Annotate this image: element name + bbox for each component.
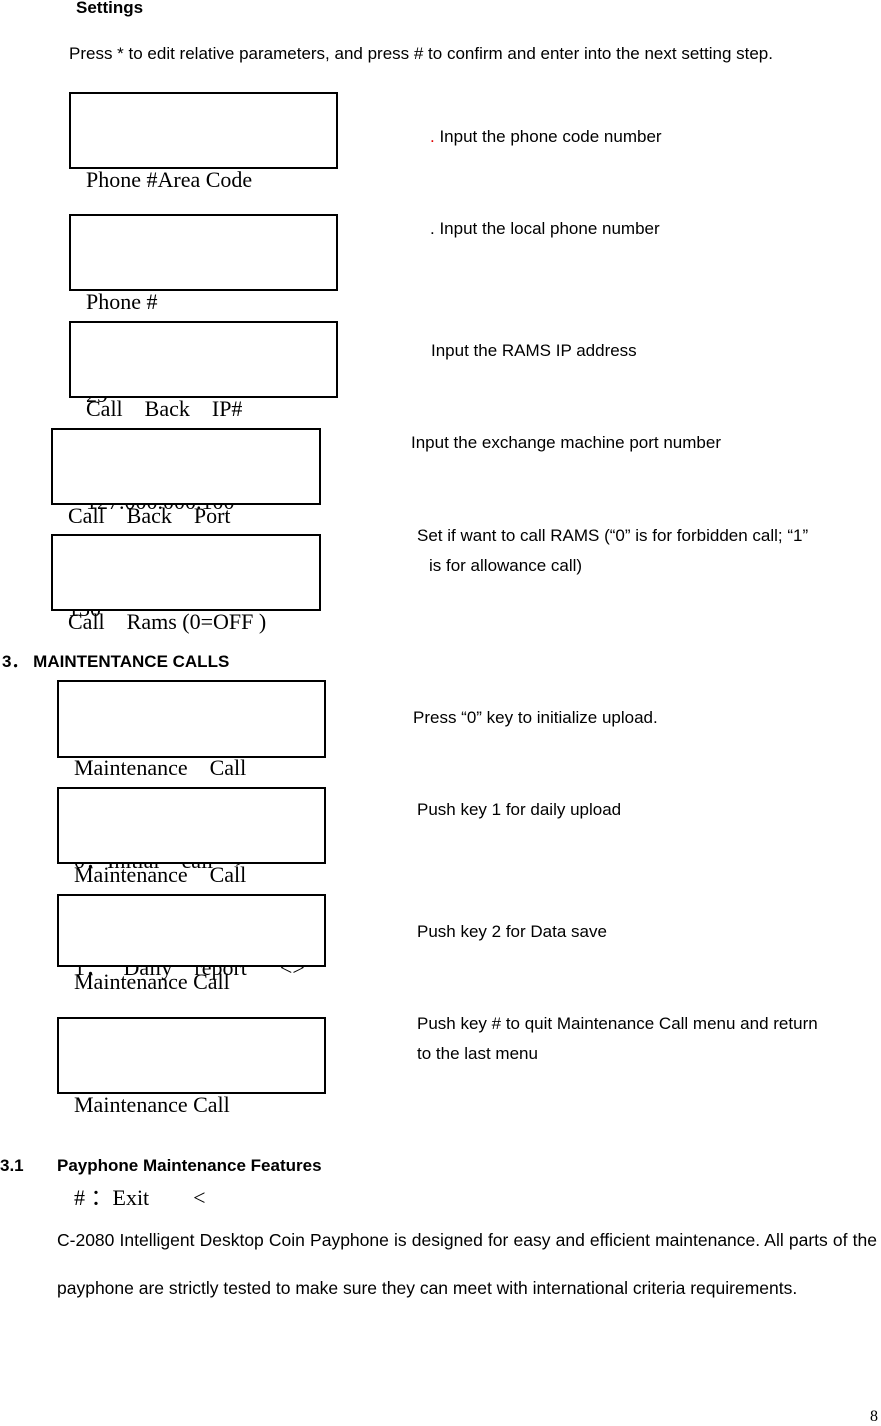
desc-text: Input the phone code number (434, 127, 662, 146)
lcd-callback-ip: Call Back IP# 127.000.000.100 (69, 321, 338, 514)
settings-intro: Press * to edit relative parameters, and… (69, 44, 773, 63)
lcd-callback-port: Call Back Port 130 (51, 428, 321, 621)
lcd-call-rams: Call Rams (0=OFF ) 0 (51, 534, 321, 727)
lcd-line-2: # ：Exit < (74, 1185, 206, 1210)
section-number-3-1: 3.1 (0, 1156, 24, 1175)
features-paragraph: C-2080 Intelligent Desktop Coin Payphone… (57, 1230, 877, 1298)
lcd-line-1: Phone # (86, 289, 158, 314)
lcd-line-1: Phone #Area Code (86, 167, 253, 192)
lcd-line-1: Maintenance Call (74, 1092, 230, 1117)
lcd-maintenance-daily-report: Maintenance Call 1： Daily report <> (57, 787, 326, 980)
lcd-line-1: Maintenance Call (74, 755, 247, 780)
desc-phone-area-code: . Input the phone code number (430, 127, 662, 147)
lcd-line-1: Call Rams (0=OFF ) (68, 609, 267, 634)
lcd-line-1: Maintenance Call (74, 862, 247, 887)
section-heading-settings: Settings (76, 0, 144, 17)
lcd-maintenance-data-save: Maintenance Call 2 ：Data save <> (57, 894, 326, 1087)
desc-initial-call: Press “0” key to initialize upload. (413, 708, 658, 727)
lcd-maintenance-initial-call: Maintenance Call 0：Initial call > (57, 680, 326, 873)
lcd-phone-number: Phone # 29 (69, 214, 338, 407)
desc-exit-line1: Push key # to quit Maintenance Call menu… (417, 1014, 818, 1033)
desc-callback-ip: Input the RAMS IP address (431, 341, 637, 360)
desc-phone-number: . Input the local phone number (430, 219, 660, 238)
desc-exit-line2: to the last menu (417, 1044, 538, 1063)
desc-data-save: Push key 2 for Data save (417, 922, 607, 941)
desc-callback-port: Input the exchange machine port number (411, 433, 721, 452)
desc-call-rams-line1: Set if want to call RAMS (“0” is for for… (417, 526, 809, 545)
section-heading-features: Payphone Maintenance Features (57, 1156, 322, 1175)
desc-daily-report: Push key 1 for daily upload (417, 800, 622, 819)
lcd-line-1: Call Back IP# (86, 396, 243, 421)
page-number: 8 (870, 1408, 878, 1425)
lcd-maintenance-exit: Maintenance Call # ：Exit < (57, 1017, 326, 1210)
lcd-line-1: Call Back Port (68, 503, 231, 528)
section-heading-maintenance: 3． MAINTENTANCE CALLS (2, 652, 230, 671)
lcd-line-1: Maintenance Call (74, 969, 230, 994)
lcd-phone-area-code: Phone #Area Code (69, 92, 338, 192)
desc-call-rams-line2: is for allowance call) (429, 556, 583, 575)
